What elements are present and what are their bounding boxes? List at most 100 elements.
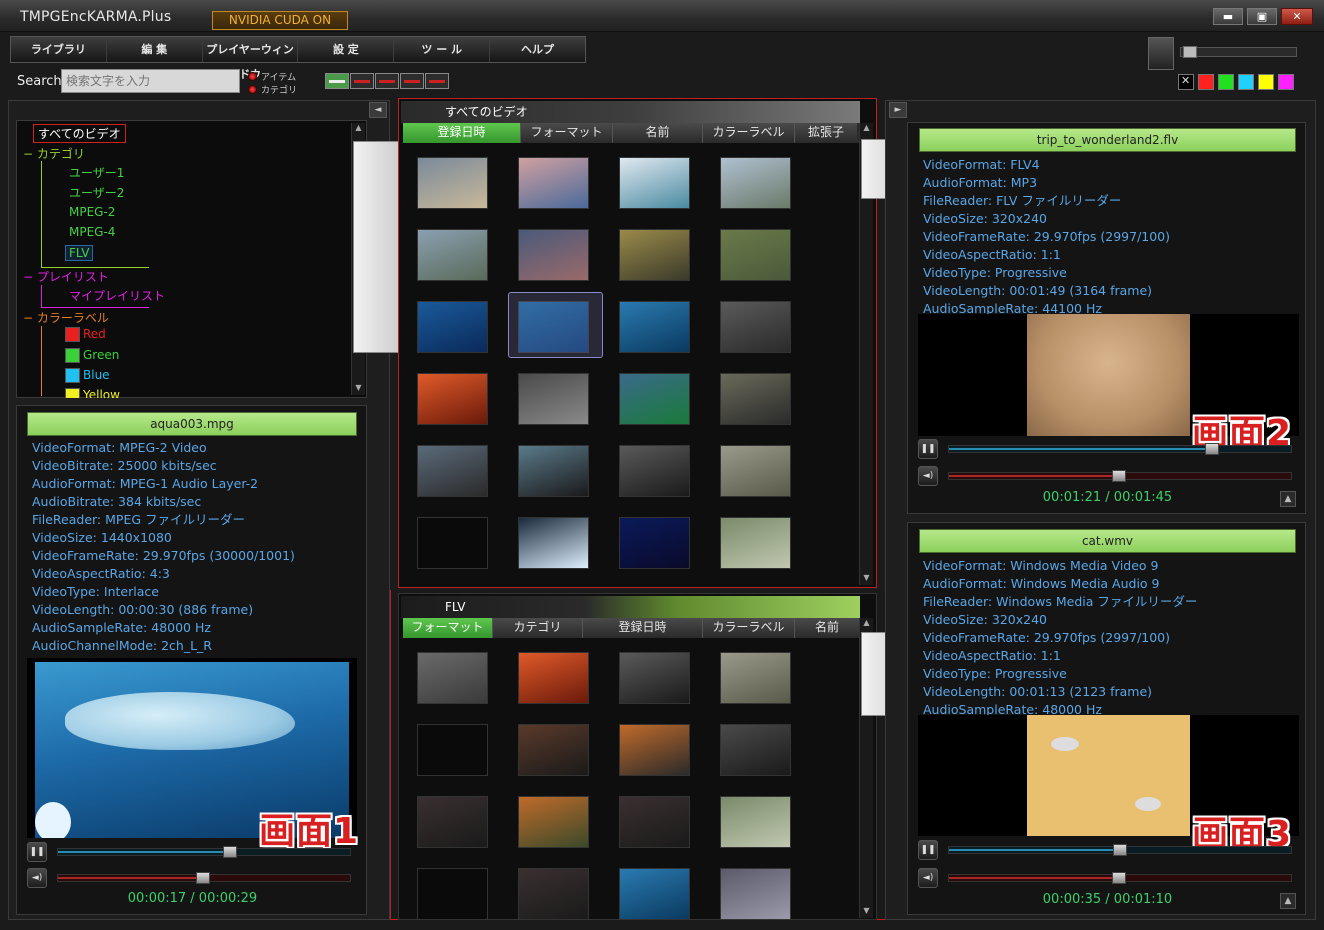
player1-seekbar[interactable] xyxy=(57,846,351,858)
grid-bottom-scrollbar[interactable]: ▲ ▼ xyxy=(859,618,932,918)
search-input[interactable] xyxy=(61,69,240,93)
view-detail-button[interactable] xyxy=(375,73,399,89)
menu-library[interactable]: ライブラリ xyxy=(11,37,107,62)
tree-category[interactable]: − カテゴリ xyxy=(23,145,85,162)
view-player-button[interactable] xyxy=(425,73,449,89)
video-thumbnail[interactable] xyxy=(518,445,589,497)
col-name[interactable]: 名前 xyxy=(795,618,859,638)
video-thumbnail[interactable] xyxy=(417,445,488,497)
video-thumbnail[interactable] xyxy=(619,796,690,848)
video-thumbnail[interactable] xyxy=(720,157,791,209)
col-color-label[interactable]: カラーラベル xyxy=(703,123,795,143)
video-thumbnail[interactable] xyxy=(518,724,589,776)
close-button[interactable]: ✕ xyxy=(1281,8,1313,25)
video-thumbnail[interactable] xyxy=(619,517,690,569)
volume-thumb[interactable] xyxy=(1112,872,1126,884)
col-registered-date[interactable]: 登録日時 xyxy=(403,123,521,143)
scroll-down-icon[interactable]: ▼ xyxy=(860,573,873,585)
video-thumbnail[interactable] xyxy=(417,796,488,848)
video-thumbnail[interactable] xyxy=(518,868,589,920)
grid-top-scrollbar[interactable]: ▲ ▼ xyxy=(859,123,932,585)
tree-red[interactable]: Red xyxy=(65,327,106,342)
player3-volume-slider[interactable] xyxy=(948,872,1292,884)
tree-my-playlist[interactable]: マイプレイリスト xyxy=(69,287,165,304)
player3-seekbar[interactable] xyxy=(948,844,1292,856)
video-thumbnail[interactable] xyxy=(518,652,589,704)
video-thumbnail[interactable] xyxy=(417,229,488,281)
search-option-category[interactable]: カテゴリ xyxy=(248,83,297,96)
video-thumbnail[interactable] xyxy=(417,157,488,209)
col-format[interactable]: フォーマット xyxy=(521,123,613,143)
search-option-item[interactable]: アイテム xyxy=(248,70,296,83)
video-thumbnail[interactable] xyxy=(417,652,488,704)
col-format[interactable]: フォーマット xyxy=(403,618,493,638)
player2-pause-button[interactable]: ❚❚ xyxy=(918,439,938,459)
tree-scrollbar[interactable]: ▲ ▼ xyxy=(351,123,424,395)
video-thumbnail[interactable] xyxy=(518,229,589,281)
tree-user2[interactable]: ユーザー2 xyxy=(69,184,124,201)
scroll-up-icon[interactable]: ▲ xyxy=(352,123,365,135)
player1-volume-button[interactable]: ◄) xyxy=(27,868,47,888)
video-thumbnail[interactable] xyxy=(619,445,690,497)
tree-blue[interactable]: Blue xyxy=(65,368,110,383)
swatch-black[interactable]: ✕ xyxy=(1178,74,1194,90)
view-list-button[interactable] xyxy=(350,73,374,89)
tree-all-videos[interactable]: すべてのビデオ xyxy=(33,124,126,143)
menu-player-window[interactable]: プレイヤーウィンドウ xyxy=(202,37,299,81)
player2-volume-button[interactable]: ◄) xyxy=(918,466,938,486)
scroll-up-icon[interactable]: ▲ xyxy=(860,123,873,135)
col-color-label[interactable]: カラーラベル xyxy=(703,618,795,638)
video-thumbnail[interactable] xyxy=(720,796,791,848)
video-thumbnail[interactable] xyxy=(720,445,791,497)
video-thumbnail[interactable] xyxy=(619,868,690,920)
display-mode-button[interactable] xyxy=(1148,37,1174,70)
volume-thumb[interactable] xyxy=(1183,46,1197,58)
video-thumbnail[interactable] xyxy=(720,373,791,425)
col-name[interactable]: 名前 xyxy=(613,123,703,143)
menu-help[interactable]: ヘルプ xyxy=(490,37,585,62)
swatch-green[interactable] xyxy=(1218,74,1234,90)
scroll-down-icon[interactable]: ▼ xyxy=(352,383,365,395)
menu-tools[interactable]: ツ ー ル xyxy=(394,37,491,62)
player2-volume-slider[interactable] xyxy=(948,470,1292,482)
selected-thumbnail-highlight[interactable] xyxy=(508,292,603,358)
tree-color-label[interactable]: − カラーラベル xyxy=(23,309,109,326)
seek-thumb[interactable] xyxy=(1113,844,1127,856)
video-thumbnail[interactable] xyxy=(518,373,589,425)
swatch-cyan[interactable] xyxy=(1238,74,1254,90)
tree-yellow[interactable]: Yellow xyxy=(65,388,120,398)
player3-volume-button[interactable]: ◄) xyxy=(918,868,938,888)
video-thumbnail[interactable] xyxy=(619,724,690,776)
view-grid-button[interactable] xyxy=(325,73,349,89)
video-thumbnail[interactable] xyxy=(417,868,488,920)
tree-user1[interactable]: ユーザー1 xyxy=(69,164,124,181)
minimize-button[interactable]: ▬ xyxy=(1213,8,1243,25)
view-compact-button[interactable] xyxy=(400,73,424,89)
video-thumbnail[interactable] xyxy=(417,373,488,425)
video-thumbnail[interactable] xyxy=(619,301,690,353)
maximize-button[interactable]: ▣ xyxy=(1247,8,1277,25)
menu-settings[interactable]: 設 定 xyxy=(298,37,395,62)
player2-seekbar[interactable] xyxy=(948,443,1292,455)
scroll-up-icon[interactable]: ▲ xyxy=(860,618,873,630)
video-thumbnail[interactable] xyxy=(720,724,791,776)
col-extension[interactable]: 拡張子 xyxy=(795,123,857,143)
player3-pause-button[interactable]: ❚❚ xyxy=(918,840,938,860)
video-thumbnail[interactable] xyxy=(619,229,690,281)
video-thumbnail[interactable] xyxy=(720,517,791,569)
tree-playlist[interactable]: − プレイリスト xyxy=(23,268,109,285)
video-thumbnail[interactable] xyxy=(518,157,589,209)
video-thumbnail[interactable] xyxy=(720,652,791,704)
player2-expand-button[interactable]: ▲ xyxy=(1280,491,1296,507)
seek-thumb[interactable] xyxy=(1205,443,1220,455)
seek-thumb[interactable] xyxy=(223,846,238,858)
video-thumbnail[interactable] xyxy=(720,301,791,353)
volume-thumb[interactable] xyxy=(1112,470,1126,482)
swatch-red[interactable] xyxy=(1198,74,1214,90)
tree-mpeg4[interactable]: MPEG-4 xyxy=(69,225,115,239)
swatch-magenta[interactable] xyxy=(1278,74,1294,90)
video-thumbnail[interactable] xyxy=(417,724,488,776)
tree-flv[interactable]: FLV xyxy=(65,245,94,261)
video-thumbnail[interactable] xyxy=(518,796,589,848)
player1-volume-slider[interactable] xyxy=(57,872,351,884)
